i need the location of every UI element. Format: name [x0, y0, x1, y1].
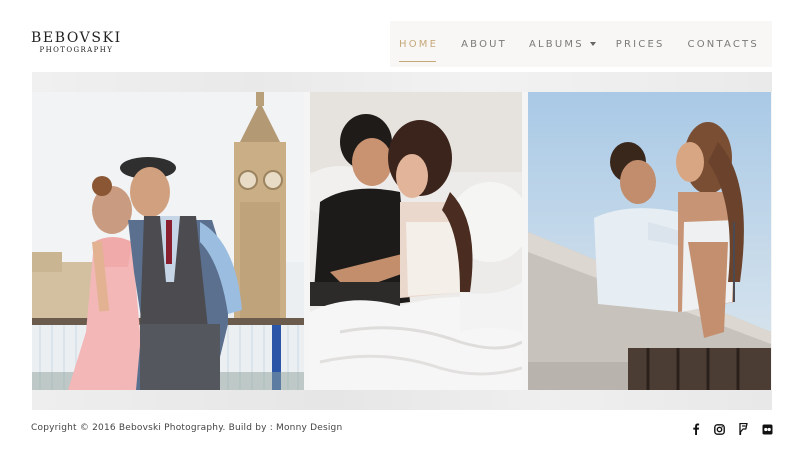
gallery-photo-1[interactable] [32, 92, 304, 390]
nav-item-about[interactable]: ABOUT [461, 39, 507, 50]
nav-item-label: PRICES [615, 38, 665, 50]
flickr-icon[interactable] [761, 423, 773, 435]
photo-couple-bed-embrace [310, 92, 522, 390]
nav-item-contacts[interactable]: CONTACTS [688, 39, 759, 50]
photo-couple-rooftop-railing [528, 92, 771, 390]
logo-tagline: PHOTOGRAPHY [39, 46, 114, 54]
facebook-icon[interactable] [690, 423, 702, 435]
nav-item-label: ALBUMS [528, 38, 584, 50]
site-header: BEBOVSKI PHOTOGRAPHY HOME ABOUT ALBUMS P… [0, 0, 800, 72]
site-logo[interactable]: BEBOVSKI PHOTOGRAPHY [31, 31, 122, 55]
nav-item-prices[interactable]: PRICES [616, 39, 665, 50]
nav-item-label: ABOUT [461, 38, 507, 50]
photo-couple-kissing-london [32, 92, 304, 390]
gallery-backdrop-bottom [32, 390, 772, 410]
chevron-down-icon [589, 41, 596, 46]
nav-item-label: HOME [399, 38, 439, 50]
foursquare-icon[interactable] [737, 423, 749, 435]
gallery-backdrop-top [32, 72, 772, 92]
logo-name: BEBOVSKI [31, 30, 122, 46]
active-underline [399, 60, 437, 62]
nav-item-albums[interactable]: ALBUMS [529, 39, 596, 50]
nav-item-home[interactable]: HOME [399, 38, 439, 62]
gallery-photo-2[interactable] [310, 92, 522, 390]
main-nav: HOME ABOUT ALBUMS PRICES CONTACTS [390, 21, 759, 67]
nav-item-label: CONTACTS [687, 38, 759, 50]
gallery-photo-3[interactable] [528, 92, 771, 390]
instagram-icon[interactable] [713, 423, 725, 435]
footer-copyright: Copyright © 2016 Bebovski Photography. B… [31, 423, 343, 433]
